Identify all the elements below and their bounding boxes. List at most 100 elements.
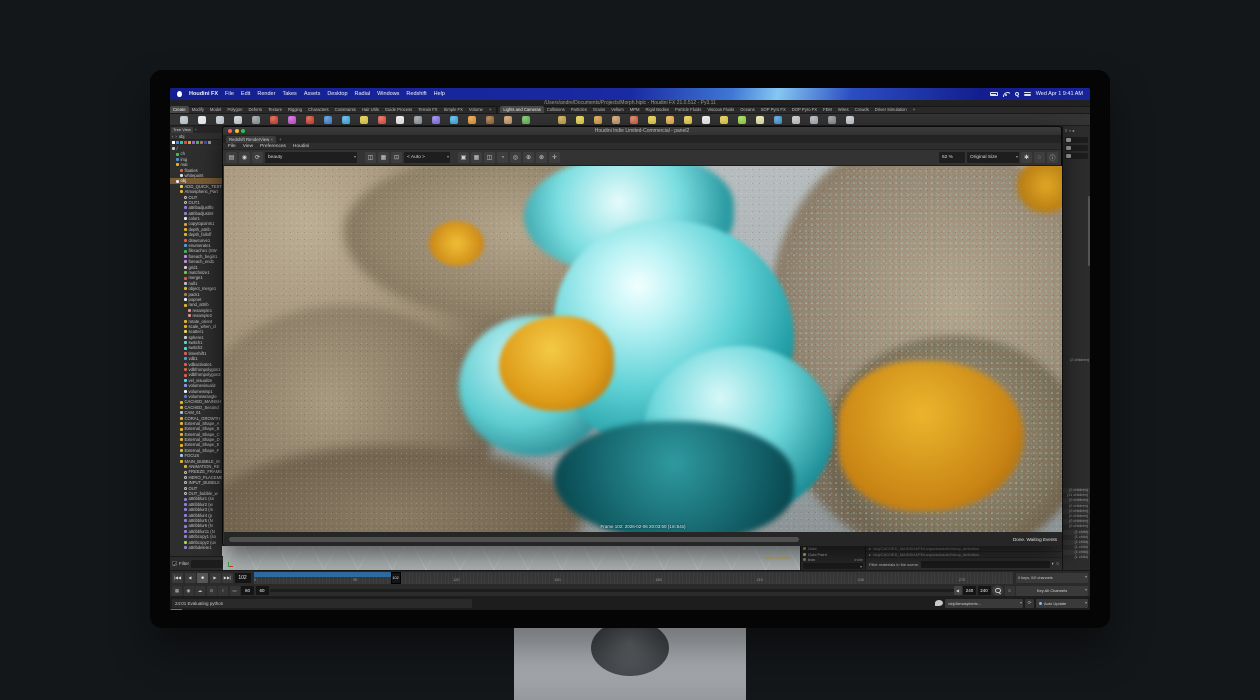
crop-region-icon[interactable]: ⊡: [391, 152, 402, 163]
shelf-tab-particle-fluids[interactable]: Particle Fluids: [672, 106, 704, 113]
playback-range-slider[interactable]: ◀: [270, 589, 962, 592]
new-tab-plus-icon[interactable]: +: [195, 127, 197, 132]
clock-icon[interactable]: ◔: [497, 152, 508, 163]
shelf-tool-icon[interactable]: [576, 116, 584, 124]
right-panel-field[interactable]: [1065, 145, 1088, 151]
material-filter-input[interactable]: [921, 561, 1050, 568]
menu-icon[interactable]: ≡: [1065, 128, 1067, 133]
info-icon[interactable]: ⓘ: [1047, 152, 1058, 163]
step-back-button[interactable]: ◀: [185, 573, 196, 583]
shading-mode-icons[interactable]: ◐ ○: [1052, 561, 1059, 567]
shelf-tool-icon[interactable]: [486, 116, 494, 124]
flipbook-icon[interactable]: ▦: [172, 586, 182, 596]
shelf-tool-icon[interactable]: [738, 116, 746, 124]
search-icon[interactable]: [1015, 92, 1019, 96]
audio-icon[interactable]: ≀: [218, 586, 228, 596]
shelf-tool-icon[interactable]: [180, 116, 188, 124]
shelf-tool-icon[interactable]: [306, 116, 314, 124]
menubar-item-redshift[interactable]: Redshift: [406, 91, 426, 97]
shelf-tool-icon[interactable]: [558, 116, 566, 124]
add-pane-tab-plus-icon[interactable]: +: [279, 137, 282, 143]
shelf-tab-particles[interactable]: Particles: [568, 106, 590, 113]
jump-start-button[interactable]: |◀◀: [172, 573, 183, 583]
shelf-tool-icon[interactable]: [828, 116, 836, 124]
menubar-item-assets[interactable]: Assets: [304, 91, 321, 97]
magnifier-icon[interactable]: ◌: [1034, 152, 1045, 163]
gear-icon[interactable]: ✱: [1021, 152, 1032, 163]
expand-arrow-icon[interactable]: ▸: [869, 552, 871, 557]
range-end2-field[interactable]: 240: [978, 586, 991, 595]
menubar-item-takes[interactable]: Takes: [282, 91, 296, 97]
shelf-tool-icon[interactable]: [756, 116, 764, 124]
checker-icon[interactable]: ◫: [484, 152, 495, 163]
keys-dropdown[interactable]: 0 keys, 0/0 channels: [1016, 573, 1088, 583]
shelf-tab-fem[interactable]: FEM: [820, 106, 835, 113]
stop-button[interactable]: ■: [197, 573, 208, 583]
node-link-icon[interactable]: ▸: [1073, 128, 1075, 133]
battery-icon[interactable]: [990, 92, 998, 96]
range-start2-field[interactable]: 60: [256, 586, 269, 595]
shelf-tab-constraints[interactable]: Constraints: [332, 106, 359, 113]
render-menu-houdini[interactable]: Houdini: [293, 144, 309, 149]
grid-icon[interactable]: ▦: [471, 152, 482, 163]
filter-checkbox[interactable]: ✓: [172, 561, 177, 566]
shelf-tool-icon[interactable]: [666, 116, 674, 124]
shelf-tool-icon[interactable]: [846, 116, 854, 124]
shelf-tool-icon[interactable]: [216, 116, 224, 124]
shelf-tab-guide-process[interactable]: Guide Process: [382, 106, 415, 113]
shelf-tab-dop-pyro-fx[interactable]: DOP Pyro FX: [789, 106, 820, 113]
range-options-icon[interactable]: ▭: [230, 586, 240, 596]
shelf-tool-icon[interactable]: [360, 116, 368, 124]
scene-viewport-strip[interactable]: main_bubbles: [222, 546, 800, 570]
shelf-tool-icon[interactable]: [252, 116, 260, 124]
range-start-field[interactable]: 60: [241, 586, 254, 595]
timeline-zoom-icon[interactable]: [992, 585, 1003, 596]
right-panel-field[interactable]: [1065, 153, 1088, 159]
shelf-tool-icon[interactable]: [396, 116, 404, 124]
bucket-mode-dropdown[interactable]: < Auto >: [404, 152, 450, 163]
shelf-tab-rigid-bodies[interactable]: Rigid Bodies: [643, 106, 673, 113]
play-button[interactable]: ▶: [210, 573, 221, 583]
expand-icon[interactable]: ⊕: [523, 152, 534, 163]
wifi-icon[interactable]: [1003, 92, 1010, 97]
range-end-field[interactable]: 240: [963, 586, 976, 595]
shelf-tab-oceans[interactable]: Oceans: [737, 106, 757, 113]
background-icon[interactable]: ▦: [378, 152, 389, 163]
fit-icon[interactable]: ⊗: [536, 152, 547, 163]
shelf-tab-terrain-fx[interactable]: Terrain FX: [415, 106, 440, 113]
cloud-icon[interactable]: ☁: [195, 586, 205, 596]
timeline-playhead[interactable]: 102: [391, 572, 401, 584]
shelf-tool-icon[interactable]: [450, 116, 458, 124]
control-center-icon[interactable]: [1024, 92, 1031, 97]
tree-node-attribdelete1[interactable]: attribdelete1: [170, 545, 223, 550]
shelf-tool-icon[interactable]: [324, 116, 332, 124]
shelf-tab-model[interactable]: Model: [207, 106, 224, 113]
render-menu-file[interactable]: File: [228, 144, 236, 149]
shelf-tool-icon[interactable]: [378, 116, 386, 124]
forward-icon[interactable]: ›: [175, 134, 176, 139]
recook-icon[interactable]: ⟳: [1025, 599, 1034, 608]
shelf-tool-icon[interactable]: [684, 116, 692, 124]
current-frame-field[interactable]: 102: [235, 573, 251, 583]
apple-icon[interactable]: [177, 91, 182, 97]
zoom-level-field[interactable]: 62 %: [939, 152, 965, 163]
pin-icon[interactable]: ▪: [1069, 128, 1070, 133]
refresh-icon[interactable]: ⟳: [252, 152, 263, 163]
material-row-iron[interactable]: Ironindie: [801, 557, 865, 563]
open-snapshot-icon[interactable]: ▤: [226, 152, 237, 163]
shelf-tab-hair-utils[interactable]: Hair Utils: [359, 106, 382, 113]
menubar-item-edit[interactable]: Edit: [241, 91, 250, 97]
shelf-tool-icon[interactable]: [198, 116, 206, 124]
shelf-tool-icon[interactable]: [270, 116, 278, 124]
anim-options-icon[interactable]: ⊙: [207, 586, 217, 596]
menubar-item-help[interactable]: Help: [434, 91, 445, 97]
dopesheet-icon[interactable]: ◉: [184, 586, 194, 596]
shelf-tab-grains[interactable]: Grains: [590, 106, 608, 113]
filter-input[interactable]: [191, 560, 224, 568]
compare-ab-icon[interactable]: ◫: [365, 152, 376, 163]
back-icon[interactable]: ‹: [172, 134, 173, 139]
expand-arrow-icon[interactable]: ▸: [869, 546, 871, 551]
shelf-tool-icon[interactable]: [432, 116, 440, 124]
shelf-tool-icon[interactable]: [702, 116, 710, 124]
shelf-tab--[interactable]: +: [486, 106, 494, 113]
